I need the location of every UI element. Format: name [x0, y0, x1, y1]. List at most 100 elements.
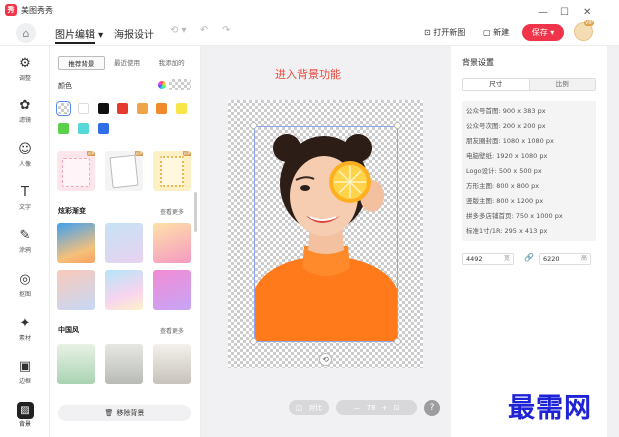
remove-background-label: 移除背景 — [116, 409, 145, 417]
settings-title: 背景设置 — [462, 58, 494, 67]
height-input[interactable]: 6220 高 — [539, 253, 591, 265]
compare-button[interactable]: ◫ 对比 — [289, 400, 329, 415]
size-preset-item[interactable]: 公众号次图: 200 x 200 px — [466, 120, 546, 130]
width-input[interactable]: 4492 宽 — [462, 253, 514, 265]
color-swatch-green[interactable] — [58, 123, 69, 134]
transparent-swatch[interactable] — [56, 101, 71, 116]
color-swatch-cyan[interactable] — [78, 123, 89, 134]
rail-item-portrait[interactable]: ☺ 人像 — [0, 142, 50, 168]
rail-item-filter[interactable]: ✿ 滤镜 — [0, 98, 50, 124]
zoom-in-icon[interactable]: + — [382, 404, 388, 412]
gradient-thumb[interactable] — [57, 270, 95, 310]
maximize-icon[interactable]: ☐ — [560, 7, 569, 18]
minimize-icon[interactable]: — — [538, 7, 548, 18]
color-swatch-yellow[interactable] — [176, 103, 187, 114]
resize-handle[interactable] — [250, 338, 257, 345]
size-preset-item[interactable]: 公众号首图: 900 x 383 px — [466, 105, 546, 115]
size-preset-item[interactable]: 朋友圈封面: 1080 x 1080 px — [466, 135, 554, 145]
size-preset-item[interactable]: 竖版主图: 800 x 1200 px — [466, 195, 543, 205]
color-swatch-black[interactable] — [98, 103, 109, 114]
new-label: 新建 — [493, 28, 510, 37]
gradient-thumb[interactable] — [57, 223, 95, 263]
rail-label: 调整 — [18, 75, 31, 82]
rail-item-frame[interactable]: ▣ 边框 — [0, 359, 50, 385]
see-more-link[interactable]: 查看更多 — [160, 207, 184, 216]
menu-poster-design[interactable]: 海报设计 — [114, 26, 154, 41]
rail-item-background[interactable]: ▨ 背景 — [0, 402, 50, 428]
section-chinese-title: 中国风 — [58, 326, 79, 334]
close-icon[interactable]: ✕ — [583, 7, 591, 18]
size-preset-item[interactable]: 电脑壁纸: 1920 x 1080 px — [466, 150, 547, 160]
vip-badge: VIP — [182, 151, 191, 156]
template-thumb[interactable]: VIP — [57, 151, 95, 191]
size-ratio-switch: 尺寸 比例 — [462, 78, 596, 91]
panel-scrollbar[interactable] — [194, 192, 197, 232]
tool-rail: ⚙ 调整 ✿ 滤镜 ☺ 人像 T 文字 ✎ 涂鸦 ◎ 抠图 ✦ 素材 ▣ 边框 — [0, 46, 50, 437]
tab-recent[interactable]: 最近使用 — [105, 56, 150, 70]
resize-handle[interactable] — [394, 338, 401, 345]
selection-box[interactable] — [254, 126, 398, 342]
canvas-image[interactable]: ⟲ — [228, 100, 423, 368]
remove-background-button[interactable]: 🗑 移除背景 — [58, 405, 191, 421]
open-image-icon: ⊡ — [424, 28, 434, 37]
see-more-link[interactable]: 查看更多 — [160, 326, 184, 335]
size-preset-item[interactable]: 方形主图: 800 x 800 px — [466, 180, 539, 190]
size-preset-item[interactable]: 拼多多店铺首页: 750 x 1000 px — [466, 210, 563, 220]
transparent-preview[interactable] — [169, 79, 191, 90]
tab-mine[interactable]: 我添加的 — [149, 56, 194, 70]
text-icon: T — [21, 185, 29, 200]
link-icon[interactable]: 🔗 — [524, 253, 534, 262]
tab-size[interactable]: 尺寸 — [463, 79, 530, 90]
save-button[interactable]: 保存 ▾ — [522, 24, 564, 41]
height-unit: 高 — [580, 255, 587, 262]
resize-handle[interactable] — [250, 122, 257, 129]
gradient-thumb[interactable] — [153, 270, 191, 310]
help-icon[interactable]: ? — [424, 400, 440, 416]
portrait-icon: ☺ — [18, 142, 32, 157]
menu-image-edit[interactable]: 图片编辑 ▾ — [55, 26, 103, 41]
zoom-out-icon[interactable]: — — [354, 404, 361, 412]
home-icon[interactable]: ⌂ — [16, 23, 36, 43]
rail-item-adjust[interactable]: ⚙ 调整 — [0, 56, 50, 82]
compare-label: 对比 — [308, 403, 323, 412]
chinese-style-thumb[interactable] — [57, 344, 95, 384]
chinese-style-thumb[interactable] — [105, 344, 143, 384]
width-value: 4492 — [466, 255, 483, 263]
chinese-style-thumb[interactable] — [153, 344, 191, 384]
rail-item-doodle[interactable]: ✎ 涂鸦 — [0, 228, 50, 254]
color-swatch-blue[interactable] — [98, 123, 109, 134]
color-swatch-orange[interactable] — [156, 103, 167, 114]
new-button[interactable]: ▢ 新建 — [483, 27, 509, 38]
size-preset-item[interactable]: Logo设计: 500 x 500 px — [466, 165, 542, 175]
gradient-thumb[interactable] — [105, 270, 143, 310]
rotate-icon[interactable]: ⟲ — [319, 353, 332, 366]
tab-ratio[interactable]: 比例 — [529, 79, 595, 90]
template-thumb[interactable]: VIP — [105, 151, 143, 191]
rail-item-material[interactable]: ✦ 素材 — [0, 316, 50, 342]
resize-handle[interactable] — [394, 122, 401, 129]
vip-badge: VIP — [86, 151, 95, 156]
rail-item-text[interactable]: T 文字 — [0, 185, 50, 211]
template-frame — [109, 154, 139, 189]
undo-icon[interactable]: ↶ — [200, 25, 208, 36]
rail-label: 素材 — [18, 335, 31, 342]
filter-icon: ✿ — [19, 98, 31, 113]
template-thumb[interactable]: VIP — [153, 151, 191, 191]
open-image-button[interactable]: ⊡ 打开新图 — [424, 27, 465, 38]
fit-screen-icon[interactable]: ⊡ — [393, 404, 399, 412]
color-swatch-light-orange[interactable] — [137, 103, 148, 114]
rail-item-cutout[interactable]: ◎ 抠图 — [0, 272, 50, 298]
height-value: 6220 — [543, 255, 560, 263]
color-swatch-white[interactable] — [78, 103, 89, 114]
tab-recommended[interactable]: 推荐背景 — [58, 56, 105, 70]
size-preset-item[interactable]: 标准1寸/1R: 295 x 413 px — [466, 225, 547, 235]
color-swatch-red[interactable] — [117, 103, 128, 114]
rail-label: 文字 — [18, 204, 31, 211]
gradient-thumb[interactable] — [153, 223, 191, 263]
redo-icon[interactable]: ↷ — [222, 25, 230, 36]
adjust-icon: ⚙ — [19, 56, 31, 71]
gradient-thumb[interactable] — [105, 223, 143, 263]
history-icon[interactable]: ⟲ ▾ — [170, 25, 187, 36]
color-picker-icon[interactable] — [158, 81, 166, 89]
vip-badge: VIP — [134, 151, 143, 156]
